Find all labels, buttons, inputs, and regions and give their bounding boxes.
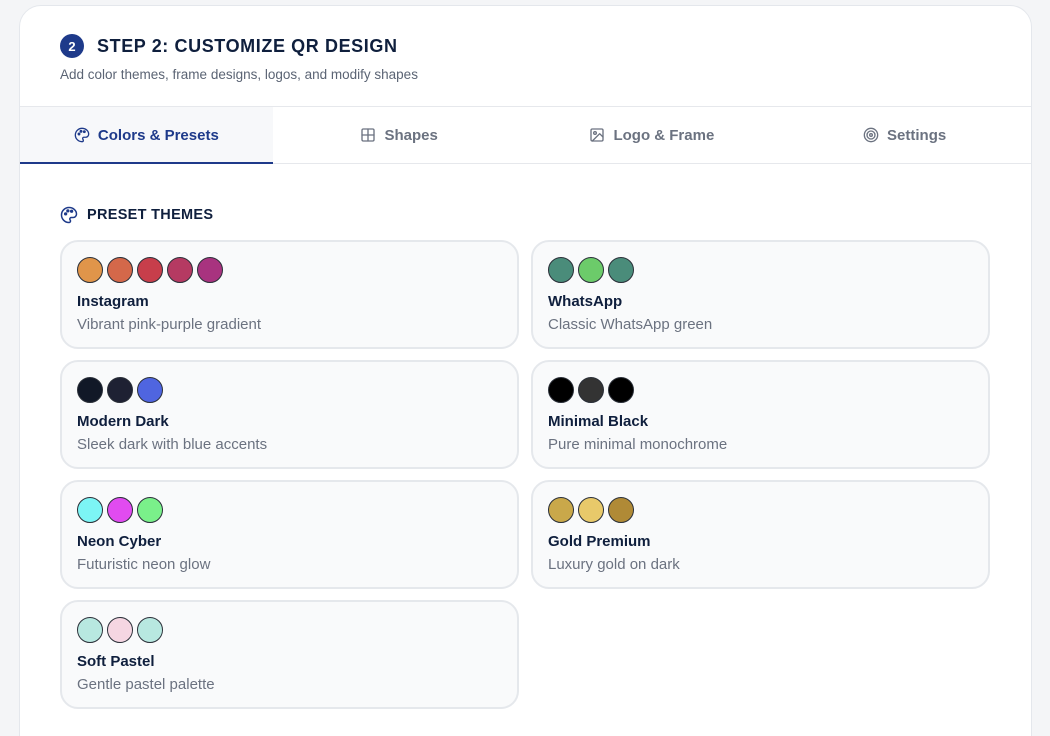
color-swatch [197, 257, 223, 283]
color-swatch [137, 497, 163, 523]
color-swatch [608, 497, 634, 523]
preset-card-neon-cyber[interactable]: Neon Cyber Futuristic neon glow [60, 480, 519, 589]
color-swatch [578, 377, 604, 403]
palette-icon [60, 206, 78, 224]
color-swatch [548, 257, 574, 283]
step-number-badge: 2 [60, 34, 84, 58]
preset-name: Soft Pastel [77, 653, 155, 670]
color-swatches [548, 497, 973, 523]
preset-name: Modern Dark [77, 413, 169, 430]
preset-description: Pure minimal monochrome [548, 436, 728, 453]
design-tabs: Colors & Presets Shapes Logo & Frame Set… [20, 107, 1031, 164]
preset-card-minimal-black[interactable]: Minimal Black Pure minimal monochrome [531, 360, 990, 469]
color-swatch [77, 257, 103, 283]
tab-label: Settings [887, 126, 947, 144]
color-swatch [608, 377, 634, 403]
color-swatch [548, 497, 574, 523]
color-swatch [107, 257, 133, 283]
color-swatch [578, 497, 604, 523]
color-swatch [167, 257, 193, 283]
color-swatch [77, 497, 103, 523]
color-swatch [107, 617, 133, 643]
preset-card-whatsapp[interactable]: WhatsApp Classic WhatsApp green [531, 240, 990, 349]
color-swatch [107, 497, 133, 523]
preset-description: Gentle pastel palette [77, 676, 215, 693]
color-swatch [608, 257, 634, 283]
tab-colors-presets[interactable]: Colors & Presets [20, 107, 273, 164]
customize-qr-card: 2 STEP 2: CUSTOMIZE QR DESIGN Add color … [19, 5, 1032, 736]
color-swatch [137, 617, 163, 643]
preset-description: Sleek dark with blue accents [77, 436, 268, 453]
preset-grid: Instagram Vibrant pink-purple gradient Wha… [60, 240, 991, 709]
palette-icon [74, 127, 90, 143]
tab-label: Shapes [384, 126, 438, 144]
tab-logo-frame[interactable]: Logo & Frame [526, 107, 779, 163]
preset-themes-section: PRESET THEMES Instagram Vibrant pink-purp… [20, 206, 1031, 709]
color-swatches [77, 497, 502, 523]
target-icon [863, 127, 879, 143]
preset-name: Neon Cyber [77, 533, 162, 550]
section-title: PRESET THEMES [87, 207, 214, 223]
color-swatch [137, 257, 163, 283]
color-swatch [548, 377, 574, 403]
preset-name: Gold Premium [548, 533, 651, 550]
tab-label: Colors & Presets [97, 126, 219, 144]
preset-description: Futuristic neon glow [77, 556, 211, 573]
preset-description: Vibrant pink-purple gradient [77, 316, 262, 333]
preset-card-instagram[interactable]: Instagram Vibrant pink-purple gradient [60, 240, 519, 349]
preset-description: Luxury gold on dark [548, 556, 680, 573]
color-swatch [77, 617, 103, 643]
preset-name: Instagram [77, 293, 149, 310]
preset-name: Minimal Black [548, 413, 649, 430]
color-swatch [77, 377, 103, 403]
preset-card-gold-premium[interactable]: Gold Premium Luxury gold on dark [531, 480, 990, 589]
title-row: 2 STEP 2: CUSTOMIZE QR DESIGN [60, 34, 991, 58]
color-swatches [548, 257, 973, 283]
preset-name: WhatsApp [548, 293, 623, 310]
preset-card-soft-pastel[interactable]: Soft Pastel Gentle pastel palette [60, 600, 519, 709]
color-swatch [107, 377, 133, 403]
color-swatch [578, 257, 604, 283]
section-heading: PRESET THEMES [60, 206, 991, 224]
step-title: STEP 2: CUSTOMIZE QR DESIGN [97, 35, 398, 56]
grid-icon [361, 128, 376, 142]
image-icon [590, 128, 605, 142]
step-header: 2 STEP 2: CUSTOMIZE QR DESIGN Add color … [20, 6, 1031, 107]
step-subtitle: Add color themes, frame designs, logos, … [60, 67, 418, 82]
color-swatches [77, 617, 502, 643]
tab-label: Logo & Frame [613, 126, 715, 144]
color-swatches [548, 377, 973, 403]
color-swatches [77, 377, 502, 403]
preset-description: Classic WhatsApp green [548, 316, 713, 333]
tab-settings[interactable]: Settings [778, 107, 1031, 163]
color-swatches [77, 257, 502, 283]
color-swatch [137, 377, 163, 403]
preset-card-modern-dark[interactable]: Modern Dark Sleek dark with blue accents [60, 360, 519, 469]
tab-shapes[interactable]: Shapes [273, 107, 526, 163]
